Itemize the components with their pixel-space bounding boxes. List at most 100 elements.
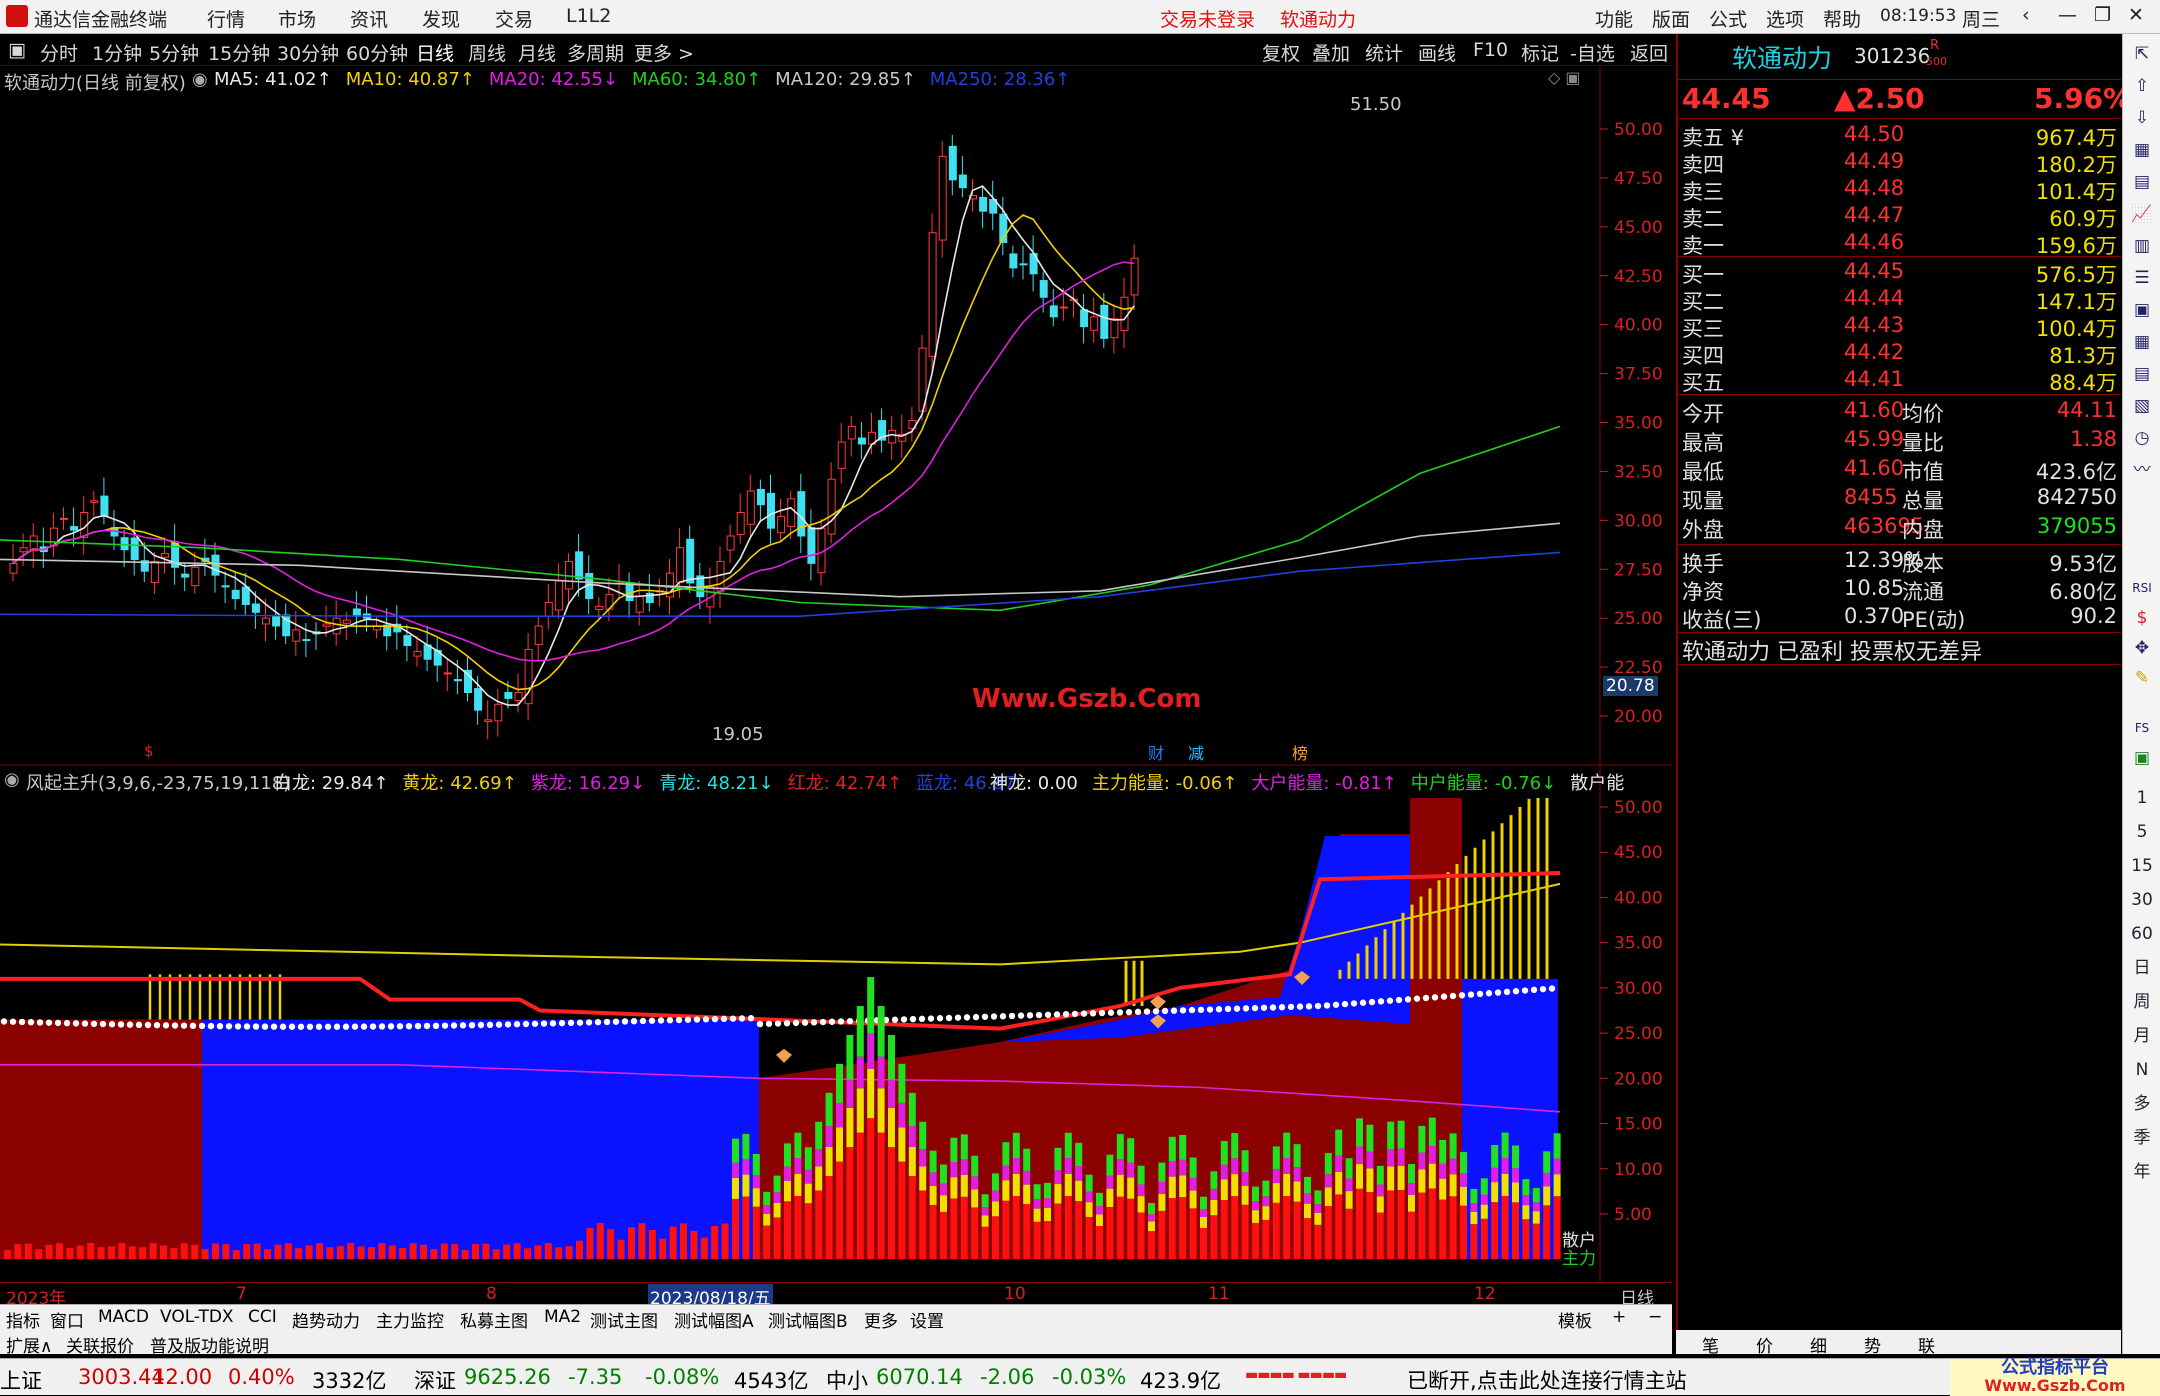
sidebar-period-月[interactable]: 月 bbox=[2127, 1022, 2157, 1050]
sidebar-list-icon[interactable]: ☰ bbox=[2127, 264, 2157, 292]
indicator-toggle-icon[interactable]: ◉ bbox=[4, 769, 20, 790]
tab-ma2[interactable]: MA2 bbox=[544, 1307, 581, 1327]
sidebar-period-周[interactable]: 周 bbox=[2127, 988, 2157, 1016]
menu-help[interactable]: 帮助 bbox=[1823, 5, 1861, 32]
add-window-button[interactable]: + bbox=[1612, 1307, 1626, 1327]
sidebar-move-icon[interactable]: ✥ bbox=[2127, 634, 2157, 662]
period-weekly[interactable]: 周线 bbox=[468, 39, 506, 66]
login-status[interactable]: 交易未登录 bbox=[1160, 5, 1255, 32]
sidebar-period-60[interactable]: 60 bbox=[2127, 920, 2157, 948]
sidebar-period-30[interactable]: 30 bbox=[2127, 886, 2157, 914]
tab-test-a[interactable]: 测试幅图A bbox=[674, 1307, 754, 1332]
sidebar-down-icon[interactable]: ⇩ bbox=[2127, 104, 2157, 132]
kline-chart[interactable]: 50.00 47.50 45.00 42.50 40.00 37.50 35.00 32.50… bbox=[0, 66, 1672, 766]
sidebar-money-icon[interactable]: $ bbox=[2127, 604, 2157, 632]
tab-extend[interactable]: 扩展∧ bbox=[6, 1332, 52, 1357]
tab-private-main[interactable]: 私募主图 bbox=[460, 1307, 528, 1332]
ma-toggle-icon[interactable]: ◉ bbox=[192, 69, 208, 90]
btn-return[interactable]: 返回 bbox=[1630, 39, 1668, 66]
sidebar-clock-icon[interactable]: ◷ bbox=[2127, 424, 2157, 452]
sidebar-fs-icon[interactable]: FS bbox=[2127, 714, 2157, 742]
sidebar-fund-icon[interactable]: ▣ bbox=[2127, 296, 2157, 324]
sidebar-pen-icon[interactable]: ✎ bbox=[2127, 664, 2157, 692]
btn-f10[interactable]: F10 bbox=[1473, 39, 1508, 61]
btn-adjust[interactable]: 复权 bbox=[1262, 39, 1300, 66]
sidebar-period-多[interactable]: 多 bbox=[2127, 1090, 2157, 1118]
tab-test-b[interactable]: 测试幅图B bbox=[768, 1307, 848, 1332]
menu-discover[interactable]: 发现 bbox=[422, 5, 460, 32]
btn-remove-watch[interactable]: -自选 bbox=[1570, 39, 1615, 66]
menu-formula[interactable]: 公式 bbox=[1709, 5, 1747, 32]
period-intraday[interactable]: 分时 bbox=[40, 39, 78, 66]
tab-window[interactable]: 窗口 bbox=[50, 1307, 84, 1332]
sidebar-table-icon[interactable]: ▦ bbox=[2127, 328, 2157, 356]
tab-more[interactable]: 更多 bbox=[864, 1307, 898, 1332]
period-5min[interactable]: 5分钟 bbox=[149, 39, 199, 66]
sidebar-period-1[interactable]: 1 bbox=[2127, 784, 2157, 812]
tab-indicator[interactable]: 指标 bbox=[6, 1307, 40, 1332]
indicator-chart-svg[interactable]: 50.00 45.00 40.00 35.00 30.00 25.00 20.00 15.00… bbox=[0, 766, 1672, 1284]
sidebar-wave-icon[interactable]: 〰 bbox=[2127, 456, 2157, 484]
tab-test-main[interactable]: 测试主图 bbox=[590, 1307, 658, 1332]
tab-related-quote[interactable]: 关联报价 bbox=[66, 1332, 134, 1357]
menu-market[interactable]: 市场 bbox=[278, 5, 316, 32]
tab-price[interactable]: 价 bbox=[1756, 1332, 1773, 1357]
sidebar-period-15[interactable]: 15 bbox=[2127, 852, 2157, 880]
btn-mark[interactable]: 标记 bbox=[1521, 39, 1559, 66]
period-60min[interactable]: 60分钟 bbox=[346, 39, 408, 66]
menu-function[interactable]: 功能 bbox=[1595, 5, 1633, 32]
tab-link[interactable]: 联 bbox=[1918, 1332, 1935, 1357]
kline-chart-svg[interactable]: 50.00 47.50 45.00 42.50 40.00 37.50 35.00 32.50… bbox=[0, 66, 1672, 766]
sidebar-period-日[interactable]: 日 bbox=[2127, 954, 2157, 982]
period-multi[interactable]: 多周期 bbox=[567, 39, 624, 66]
btn-stats[interactable]: 统计 bbox=[1365, 39, 1403, 66]
sidebar-candle-icon[interactable]: ▥ bbox=[2127, 232, 2157, 260]
btn-overlay[interactable]: 叠加 bbox=[1312, 39, 1350, 66]
period-1min[interactable]: 1分钟 bbox=[92, 39, 142, 66]
sidebar-line-icon[interactable]: 📈 bbox=[2127, 200, 2157, 228]
tab-tick[interactable]: 笔 bbox=[1702, 1332, 1719, 1357]
period-30min[interactable]: 30分钟 bbox=[277, 39, 339, 66]
tab-feature-help[interactable]: 普及版功能说明 bbox=[150, 1332, 269, 1357]
menu-l1l2[interactable]: L1L2 bbox=[566, 5, 611, 27]
toolbar-toggle-icon[interactable]: ▣ bbox=[8, 39, 26, 61]
tab-macd[interactable]: MACD bbox=[98, 1307, 149, 1327]
tab-vol-tdx[interactable]: VOL-TDX bbox=[160, 1307, 234, 1327]
sidebar-tool-icon[interactable]: ⇱ bbox=[2127, 40, 2157, 68]
period-more[interactable]: 更多 > bbox=[634, 39, 694, 66]
menu-news[interactable]: 资讯 bbox=[350, 5, 388, 32]
tab-trend[interactable]: 势 bbox=[1864, 1332, 1881, 1357]
sidebar-period-季[interactable]: 季 bbox=[2127, 1124, 2157, 1152]
menu-layout[interactable]: 版面 bbox=[1652, 5, 1690, 32]
tab-cci[interactable]: CCI bbox=[248, 1307, 277, 1327]
sidebar-period-5[interactable]: 5 bbox=[2127, 818, 2157, 846]
period-15min[interactable]: 15分钟 bbox=[208, 39, 270, 66]
sidebar-image-icon[interactable]: ▣ bbox=[2127, 744, 2157, 772]
sidebar-period-年[interactable]: 年 bbox=[2127, 1158, 2157, 1186]
tab-settings[interactable]: 设置 bbox=[910, 1307, 944, 1332]
tab-detail[interactable]: 细 bbox=[1810, 1332, 1827, 1357]
chart-settings-icon[interactable]: ◇ ▣ bbox=[1548, 68, 1581, 87]
back-icon[interactable]: ‹ bbox=[2022, 4, 2030, 26]
tab-template[interactable]: 模板 bbox=[1558, 1307, 1592, 1332]
sidebar-doc-icon[interactable]: ▤ bbox=[2127, 360, 2157, 388]
tab-main-monitor[interactable]: 主力监控 bbox=[376, 1307, 444, 1332]
period-daily[interactable]: 日线 bbox=[416, 39, 454, 66]
menu-options[interactable]: 选项 bbox=[1766, 5, 1804, 32]
connection-message[interactable]: 已断开,点击此处连接行情主站 bbox=[1407, 1365, 1687, 1395]
period-monthly[interactable]: 月线 bbox=[518, 39, 556, 66]
close-icon[interactable]: ✕ bbox=[2128, 4, 2144, 26]
sidebar-f2-icon[interactable]: ▧ bbox=[2127, 392, 2157, 420]
sidebar-period-N[interactable]: N bbox=[2127, 1056, 2157, 1084]
sidebar-grid-icon[interactable]: ▤ bbox=[2127, 168, 2157, 196]
tab-trend-power[interactable]: 趋势动力 bbox=[292, 1307, 360, 1332]
sidebar-up-icon[interactable]: ⇧ bbox=[2127, 72, 2157, 100]
minimize-icon[interactable]: — bbox=[2058, 4, 2077, 26]
restore-icon[interactable]: ❐ bbox=[2094, 4, 2111, 26]
sidebar-chart-icon[interactable]: ▦ bbox=[2127, 136, 2157, 164]
indicator-chart[interactable]: 50.00 45.00 40.00 35.00 30.00 25.00 20.00 15.00… bbox=[0, 766, 1672, 1284]
menu-trade[interactable]: 交易 bbox=[495, 5, 533, 32]
remove-window-button[interactable]: − bbox=[1648, 1307, 1662, 1327]
btn-draw[interactable]: 画线 bbox=[1418, 39, 1456, 66]
menu-quotes[interactable]: 行情 bbox=[207, 5, 245, 32]
